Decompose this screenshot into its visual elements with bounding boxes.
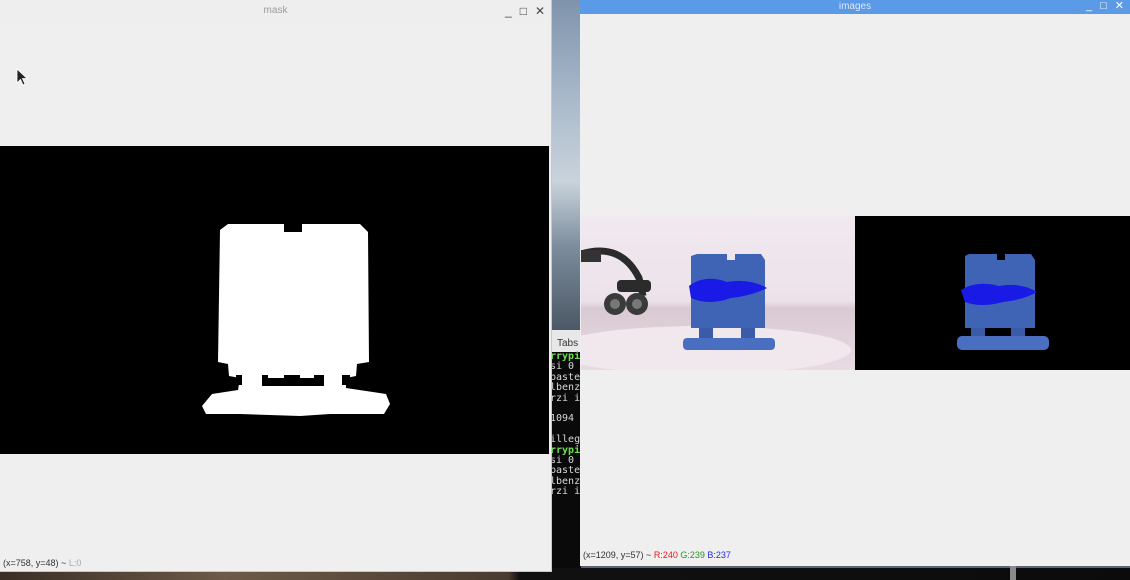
terminal-window[interactable]: Tabs rrypi si 0 baste lbenz rzi i 1094 illeg… — [549, 330, 581, 568]
images-coords: (x=1209, y=57) ~ — [583, 550, 652, 560]
terminal-line: rzi i — [550, 486, 581, 498]
images-statusbar: (x=1209, y=57) ~ R:240 G:239 B:237 — [583, 550, 731, 560]
mask-blob — [202, 224, 390, 416]
images-titlebar[interactable]: images _ □ ✕ — [580, 0, 1130, 14]
maximize-icon[interactable]: □ — [520, 4, 527, 18]
pixel-green-value: G:239 — [680, 550, 705, 560]
terminal-output: rrypi si 0 baste lbenz rzi i 1094 illeg rrypi… — [549, 351, 581, 498]
images-window-title: images — [838, 1, 872, 12]
camera-image — [581, 216, 855, 370]
mask-window[interactable]: mask _ □ ✕ (x=758, y=48) ~ L:0 — [0, 0, 552, 572]
pixel-red-value: R:240 — [653, 550, 678, 560]
mask-titlebar[interactable]: mask _ □ ✕ — [0, 0, 551, 22]
close-icon[interactable]: ✕ — [1115, 0, 1124, 12]
mask-statusbar: (x=758, y=48) ~ L:0 — [3, 558, 81, 568]
maximize-icon[interactable]: □ — [1100, 0, 1107, 12]
masked-scene — [957, 254, 1049, 350]
taskbar-scroll-handle[interactable] — [1010, 566, 1016, 580]
mask-image — [0, 146, 549, 454]
mask-window-title: mask — [263, 5, 288, 16]
close-icon[interactable]: ✕ — [535, 4, 545, 18]
minimize-icon[interactable]: _ — [1086, 0, 1092, 12]
camera-scene — [581, 247, 851, 370]
minimize-icon[interactable]: _ — [505, 4, 512, 18]
mask-coords: (x=758, y=48) ~ — [3, 558, 67, 568]
masked-image — [855, 216, 1130, 370]
terminal-tabs-label[interactable]: Tabs — [549, 330, 581, 352]
mouse-cursor-icon — [16, 68, 28, 86]
images-window[interactable]: images _ □ ✕ (x=1209, y=57) ~ R:240 G:23… — [580, 0, 1130, 566]
mask-level: L:0 — [68, 558, 82, 568]
pixel-blue-value: B:237 — [707, 550, 731, 560]
